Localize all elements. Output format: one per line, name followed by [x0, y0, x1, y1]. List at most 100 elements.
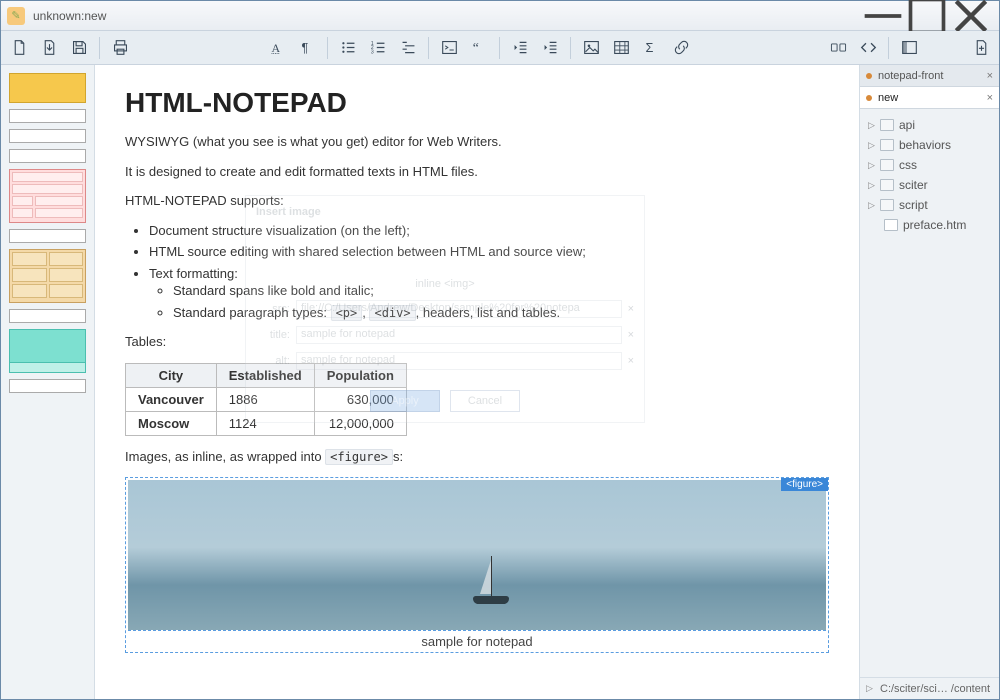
tree-folder-script[interactable]: ▷script	[864, 195, 995, 215]
new-button[interactable]	[5, 35, 33, 61]
struct-p[interactable]	[9, 229, 86, 243]
folder-icon	[880, 139, 894, 151]
tab-notepad-front[interactable]: notepad-front ×	[860, 65, 999, 87]
save-icon	[71, 39, 88, 56]
table-button[interactable]	[607, 35, 635, 61]
struct-p[interactable]	[9, 149, 86, 163]
tree-folder-behaviors[interactable]: ▷behaviors	[864, 135, 995, 155]
list-item[interactable]: Text formatting: Standard spans like bol…	[149, 265, 829, 322]
svg-text:¶: ¶	[301, 40, 308, 55]
open-button[interactable]	[35, 35, 63, 61]
doc-paragraph[interactable]: HTML-NOTEPAD supports:	[125, 192, 829, 210]
editor-area[interactable]: HTML-NOTEPAD WYSIWYG (what you see is wh…	[95, 65, 859, 699]
struct-p[interactable]	[9, 129, 86, 143]
tab-close-icon[interactable]: ×	[987, 92, 993, 104]
list-item[interactable]: Document structure visualization (on the…	[149, 222, 829, 240]
doc-paragraph[interactable]: Tables:	[125, 333, 829, 351]
struct-p[interactable]	[9, 309, 86, 323]
separator	[499, 37, 500, 59]
app-body: HTML-NOTEPAD WYSIWYG (what you see is wh…	[1, 65, 999, 699]
tree-folder-sciter[interactable]: ▷sciter	[864, 175, 995, 195]
minimize-button[interactable]	[861, 2, 905, 30]
document-tabs: notepad-front × new ×	[860, 65, 999, 109]
table-row[interactable]: Moscow 1124 12,000,000	[126, 411, 407, 435]
quote-button[interactable]: “	[465, 35, 493, 61]
struct-table[interactable]	[9, 249, 86, 303]
list-item[interactable]: HTML source editing with shared selectio…	[149, 243, 829, 261]
sidebar-toggle-button[interactable]	[895, 35, 923, 61]
doc-list[interactable]: Document structure visualization (on the…	[149, 222, 829, 322]
figure-image[interactable]	[128, 480, 826, 630]
close-button[interactable]	[949, 2, 993, 30]
table-cell[interactable]: Moscow	[126, 411, 217, 435]
title-bar: ✎ unknown:new	[1, 1, 999, 31]
table-header[interactable]: Established	[216, 363, 314, 387]
table-header-row[interactable]: City Established Population	[126, 363, 407, 387]
preview-button[interactable]	[824, 35, 852, 61]
table-header[interactable]: Population	[314, 363, 406, 387]
list-item[interactable]: Standard paragraph types: <p>, <div>, he…	[173, 304, 829, 322]
doc-paragraph[interactable]: Images, as inline, as wrapped into <figu…	[125, 448, 829, 466]
image-icon	[583, 39, 600, 56]
struct-h1[interactable]	[9, 73, 86, 103]
doc-sublist[interactable]: Standard spans like bold and italic; Sta…	[173, 282, 829, 321]
tab-label: new	[878, 92, 898, 104]
struct-p[interactable]	[9, 109, 86, 123]
table-row[interactable]: Vancouver 1886 630,000	[126, 387, 407, 411]
tree-folder-api[interactable]: ▷api	[864, 115, 995, 135]
ul-button[interactable]	[334, 35, 362, 61]
app-icon: ✎	[7, 7, 25, 25]
image-button[interactable]	[577, 35, 605, 61]
file-icon	[11, 39, 28, 56]
table-cell[interactable]: 12,000,000	[314, 411, 406, 435]
ol-button[interactable]: 123	[364, 35, 392, 61]
save-button[interactable]	[65, 35, 93, 61]
chevron-right-icon: ▷	[868, 200, 878, 211]
file-open-icon	[41, 39, 58, 56]
separator	[570, 37, 571, 59]
code: <div>	[369, 305, 415, 321]
tab-close-icon[interactable]: ×	[987, 70, 993, 82]
dl-button[interactable]	[394, 35, 422, 61]
maximize-button[interactable]	[905, 2, 949, 30]
table-icon	[613, 39, 630, 56]
struct-list[interactable]	[9, 169, 86, 223]
font-button[interactable]: A	[263, 35, 291, 61]
doc-heading[interactable]: HTML-NOTEPAD	[125, 87, 829, 119]
right-panel: notepad-front × new × ▷api ▷behaviors ▷c…	[859, 65, 999, 699]
tree-label: behaviors	[899, 138, 951, 152]
table-cell[interactable]: 1886	[216, 387, 314, 411]
table-cell[interactable]: 630,000	[314, 387, 406, 411]
list-item[interactable]: Standard spans like bold and italic;	[173, 282, 829, 300]
text: , headers, list and tables.	[416, 305, 561, 320]
doc-paragraph[interactable]: It is designed to create and edit format…	[125, 163, 829, 181]
code: <p>	[331, 305, 363, 321]
tree-folder-css[interactable]: ▷css	[864, 155, 995, 175]
table-cell[interactable]: 1124	[216, 411, 314, 435]
figure-caption[interactable]: sample for notepad	[128, 630, 826, 650]
doc-paragraph[interactable]: WYSIWYG (what you see is what you get) e…	[125, 133, 829, 151]
tab-new[interactable]: new ×	[860, 87, 999, 109]
clear-icon: ×	[628, 355, 634, 367]
add-file-button[interactable]	[967, 35, 995, 61]
text: Images, as inline, as wrapped into	[125, 449, 325, 464]
chevron-right-icon: ▷	[868, 160, 878, 171]
source-button[interactable]	[854, 35, 882, 61]
pre-button[interactable]	[435, 35, 463, 61]
formula-button[interactable]: Σ	[637, 35, 665, 61]
doc-table[interactable]: City Established Population Vancouver 18…	[125, 363, 407, 436]
print-button[interactable]	[106, 35, 134, 61]
table-cell[interactable]: Vancouver	[126, 387, 217, 411]
tree-file-preface[interactable]: preface.htm	[864, 215, 995, 235]
structure-panel[interactable]	[1, 65, 95, 699]
file-tree[interactable]: ▷api ▷behaviors ▷css ▷sciter ▷script pre…	[860, 109, 999, 241]
struct-figure[interactable]	[9, 329, 86, 373]
indent-button[interactable]	[536, 35, 564, 61]
doc-figure[interactable]: <figure> sample for notepad	[125, 477, 829, 653]
paragraph-button[interactable]: ¶	[293, 35, 321, 61]
table-header[interactable]: City	[126, 363, 217, 387]
link-button[interactable]	[667, 35, 695, 61]
chevron-right-icon: ▷	[868, 180, 878, 191]
outdent-button[interactable]	[506, 35, 534, 61]
struct-p[interactable]	[9, 379, 86, 393]
